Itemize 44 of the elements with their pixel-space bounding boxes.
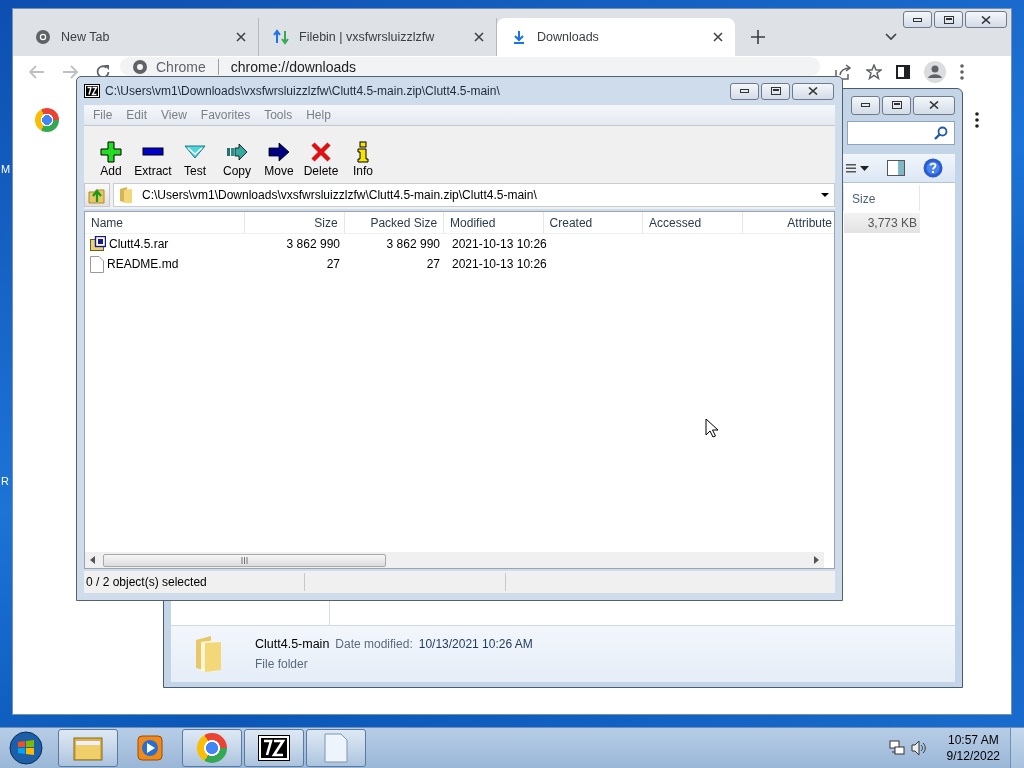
status-text: 0 / 2 object(s) selected <box>85 575 208 589</box>
browser-tab[interactable]: New Tab <box>21 18 259 56</box>
column-header[interactable]: Modified <box>444 212 544 233</box>
folder-name: Clutt4.5-main <box>255 637 330 651</box>
toolbar-button[interactable]: Add <box>90 141 132 178</box>
table-cell-text: 3 862 990 <box>285 237 341 251</box>
column-header[interactable]: Attribute <box>742 212 835 233</box>
table-cell: README.md <box>107 257 179 271</box>
menu-item[interactable]: Help <box>299 108 338 122</box>
toolbar-button[interactable]: Copy <box>216 141 258 178</box>
menu-item[interactable]: View <box>154 108 194 122</box>
field-label: Date modified: <box>335 637 413 651</box>
table-cell[interactable]: 3,773 KB <box>844 213 920 233</box>
menu-item[interactable]: Favorites <box>193 108 258 122</box>
column-header[interactable]: Size <box>844 185 920 211</box>
toolbar-button[interactable]: Info <box>342 141 384 178</box>
table-cell: Clutt4.5.rar <box>109 237 169 251</box>
window-title: C:\Users\vm1\Downloads\vxsfwrsluizzlzfw\Clutt4.5-main.zip\Clutt4.5-main\ <box>105 84 501 98</box>
address-field[interactable]: Chrome chrome://downloads <box>120 57 820 76</box>
clock-date[interactable]: 9/12/2022 <box>946 749 1000 763</box>
column-header[interactable]: Name <box>85 212 246 233</box>
column-header[interactable]: Packed Size <box>344 212 445 233</box>
path-field[interactable]: C:\Users\vm1\Downloads\vxsfwrsluizzlzfw\Clutt4.5-main.zip\Clutt4.5-main\ <box>113 183 835 207</box>
clock-time[interactable]: 10:57 AM <box>947 733 999 747</box>
table-cell-text: 3 862 990 <box>385 237 441 251</box>
toolbar-button[interactable]: Delete <box>300 141 342 178</box>
toolbar-button[interactable]: Test <box>174 141 216 178</box>
menu-item[interactable]: Tools <box>257 108 300 122</box>
column-header[interactable]: Created <box>543 212 644 233</box>
browser-tab[interactable]: Downloads <box>497 18 735 56</box>
column-header[interactable]: Accessed <box>643 212 743 233</box>
toolbar-button[interactable]: Move <box>258 141 300 178</box>
table-cell-text: 2021-10-13 10:26 <box>451 257 546 271</box>
column-header[interactable]: Size <box>245 212 345 233</box>
field-value: 10/13/2021 10:26 AM <box>418 637 533 651</box>
file-type: File folder <box>255 657 309 671</box>
desktop-icon-label[interactable]: R <box>1 475 9 487</box>
menu-item[interactable]: File <box>86 108 120 122</box>
table-cell-text: 2021-10-13 10:26 <box>451 237 546 251</box>
menu-item[interactable]: Edit <box>119 108 155 122</box>
desktop-icon-label[interactable]: M <box>1 163 11 175</box>
toolbar-button[interactable]: Extract <box>132 141 174 178</box>
table-cell-text: 27 <box>325 257 341 271</box>
table-cell-text: 27 <box>425 257 441 271</box>
